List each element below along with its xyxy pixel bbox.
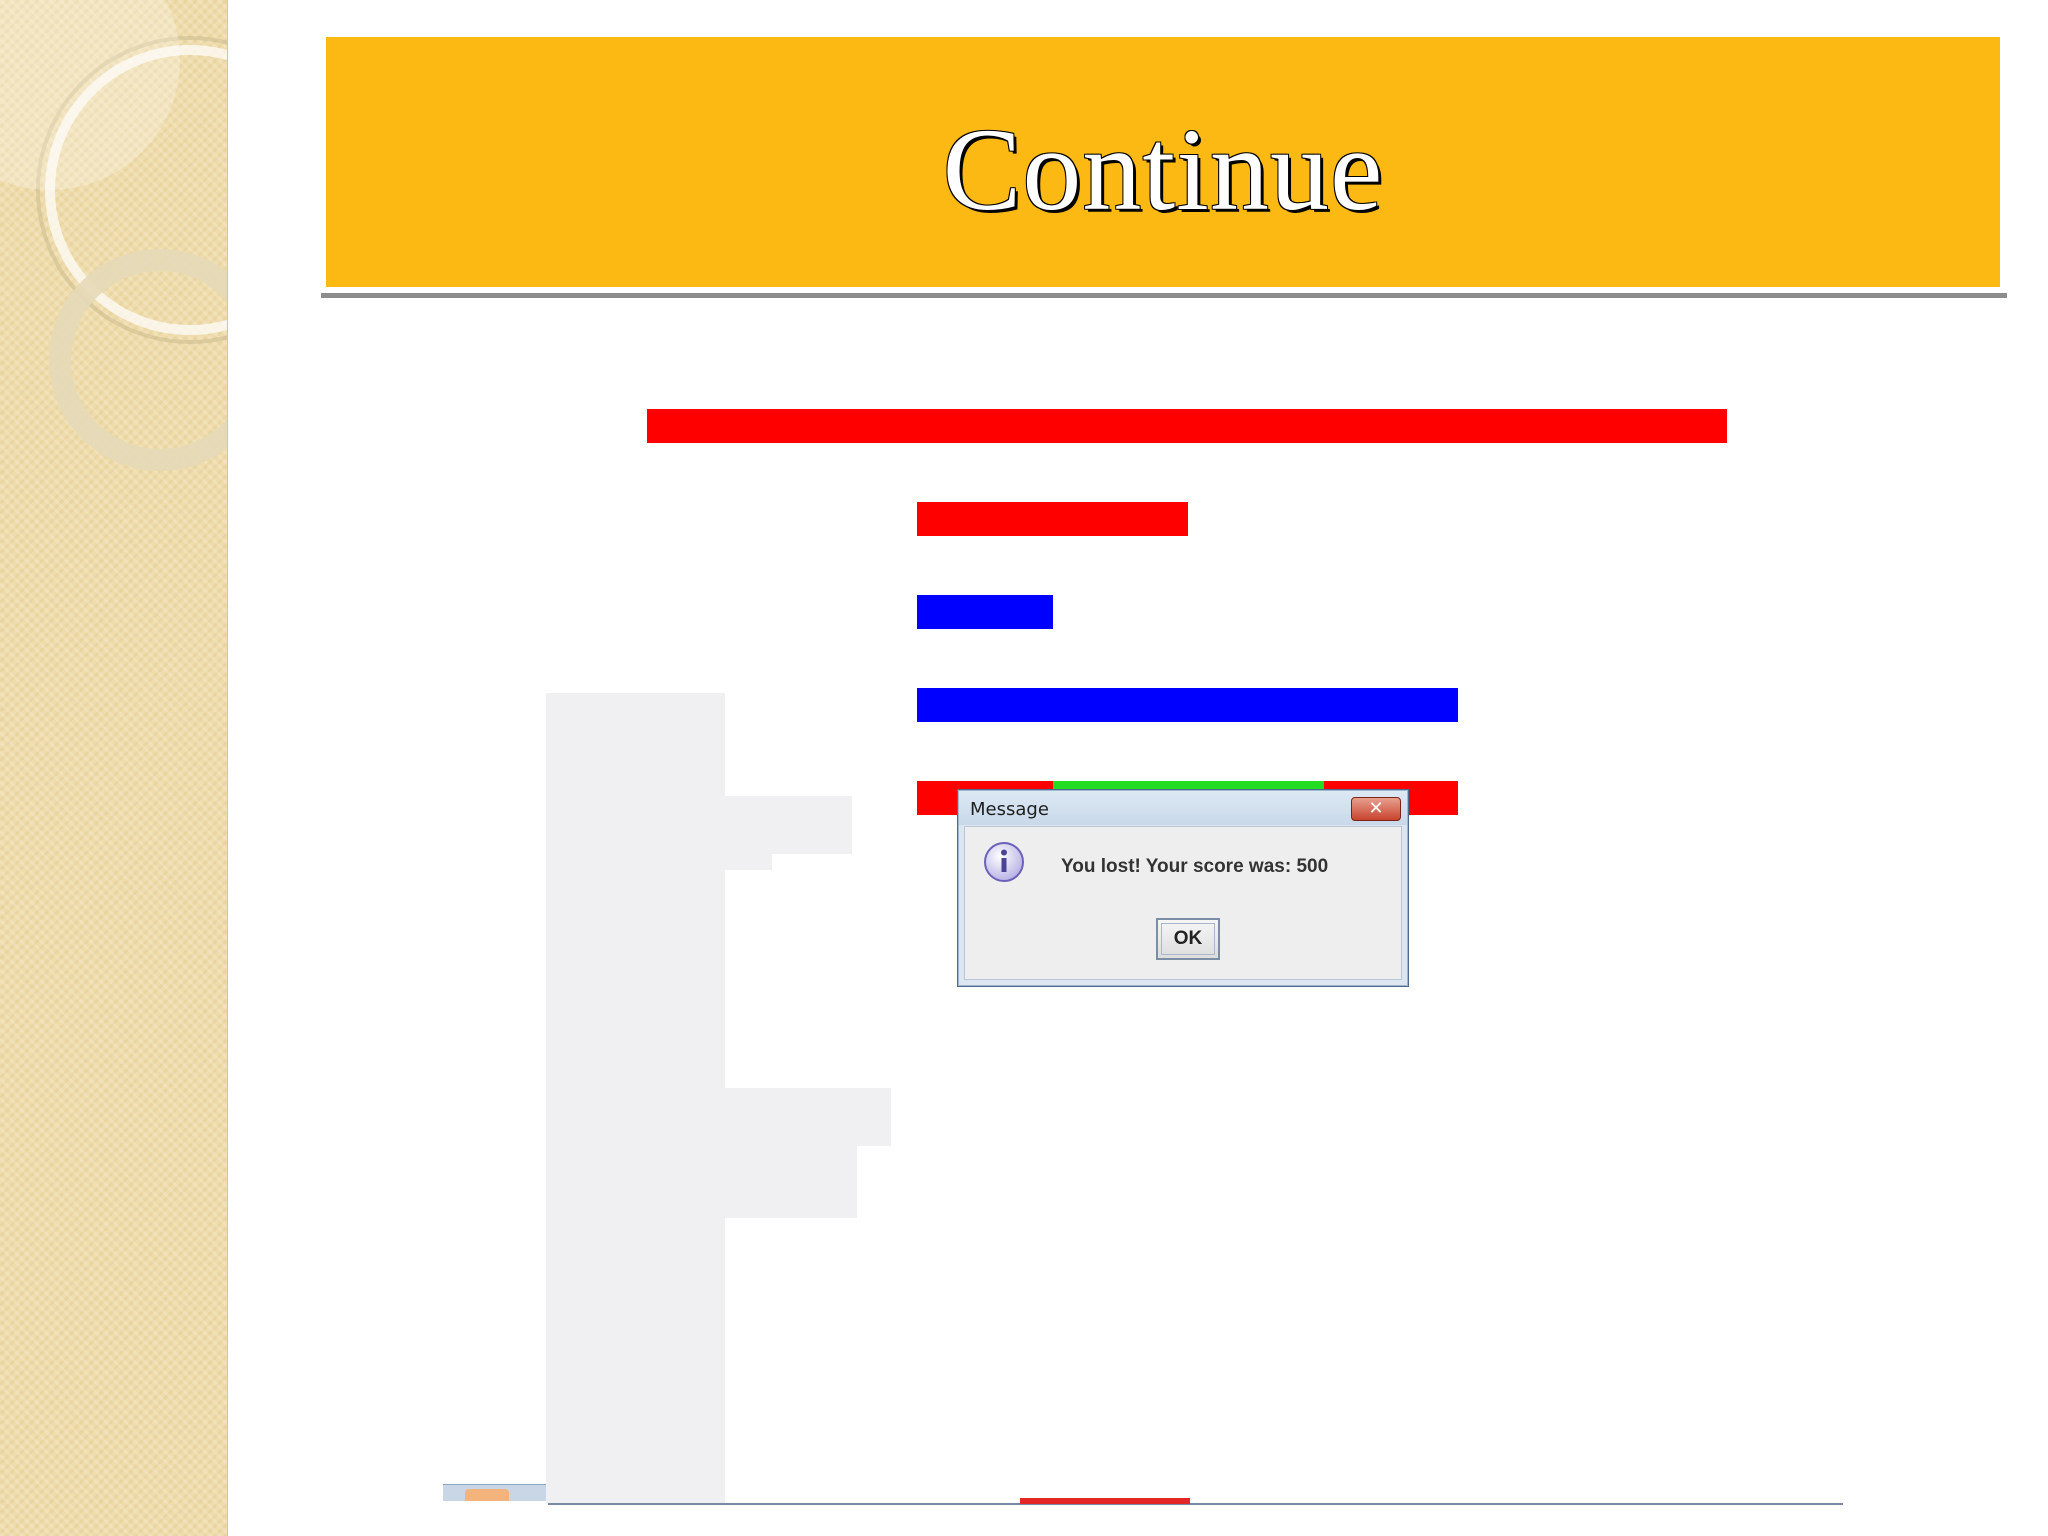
paddle	[1020, 1498, 1190, 1504]
ok-button-focus-ring	[1161, 923, 1215, 955]
dialog-body: You lost! Your score was: 500 OK	[964, 826, 1402, 980]
brick-red-top	[647, 409, 1727, 443]
brick-blue-wide	[917, 688, 1458, 722]
close-icon: ✕	[1368, 798, 1384, 819]
info-icon	[984, 842, 1024, 882]
ghost-window-block	[724, 1088, 891, 1146]
slide-title: Continue	[942, 104, 1384, 235]
decorative-circles	[0, 0, 227, 471]
ok-button[interactable]: OK	[1156, 918, 1220, 960]
ghost-window-block	[724, 796, 852, 854]
game-floor-line	[548, 1503, 1843, 1505]
taskbar-app-icon	[465, 1489, 509, 1501]
presentation-slide: Continue Message ✕ You lost! Your score …	[0, 0, 2048, 1536]
decorative-side-strip	[0, 0, 228, 1536]
brick-green-strip	[1053, 781, 1324, 789]
dialog-titlebar[interactable]: Message ✕	[959, 791, 1407, 825]
title-divider	[321, 293, 2007, 298]
brick-red	[917, 502, 1188, 536]
ghost-window-panel	[546, 693, 725, 1503]
dialog-title: Message	[970, 799, 1049, 820]
ghost-window-block	[724, 1146, 857, 1218]
message-dialog: Message ✕ You lost! Your score was: 500	[957, 789, 1409, 987]
close-button[interactable]: ✕	[1351, 797, 1401, 821]
taskbar-fragment	[443, 1484, 546, 1501]
title-banner: Continue	[326, 37, 2000, 287]
brick-blue-small	[917, 595, 1053, 629]
ghost-window-block	[724, 852, 772, 870]
dialog-message: You lost! Your score was: 500	[1061, 856, 1329, 877]
